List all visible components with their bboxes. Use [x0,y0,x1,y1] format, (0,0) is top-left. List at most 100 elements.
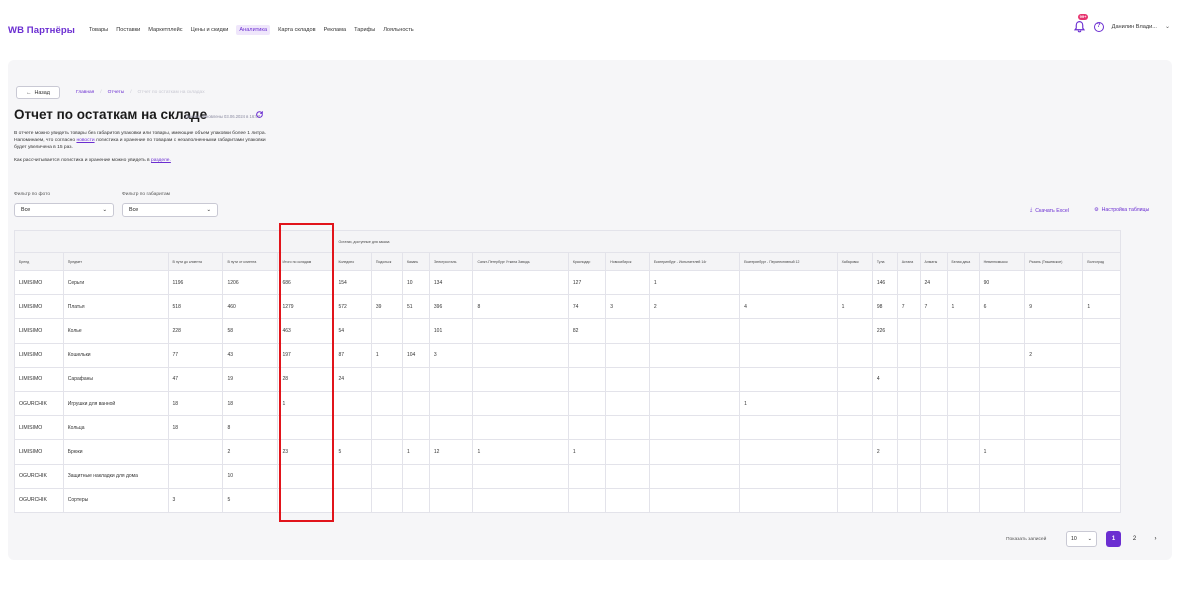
nav-item[interactable]: Поставки [116,27,140,33]
page-title: Отчет по остаткам на складе [14,107,208,122]
news-link[interactable]: новости [76,138,94,143]
back-button[interactable]: ← Назад [16,86,60,99]
refresh-icon[interactable] [255,110,264,119]
column-header[interactable]: Рязань (Тюшевское) [1024,252,1084,271]
table-cell: 10 [222,463,279,489]
table-cell: 1 [946,294,980,320]
column-header[interactable]: Белая дача [946,252,980,271]
nav-item[interactable]: Лояльность [383,27,413,33]
column-header[interactable]: Волгоград [1082,252,1121,271]
header-actions: 99+ ? Данилин Влади... ⌄ [1073,14,1170,33]
table-cell [896,415,921,441]
table-cell: 8 [472,294,569,320]
download-icon: ⤓ [1030,207,1033,213]
table-cell [896,342,921,368]
table-cell [648,366,741,392]
table-cell [896,463,921,489]
table-cell: 134 [428,269,474,296]
table-cell: 1 [567,439,607,465]
table-row: LIMISIMO Колье 228 58 463 54 101 82 226 [14,318,1121,344]
column-header[interactable]: В пути до клиента [167,252,224,271]
table-cell [1024,463,1084,489]
chevron-down-icon: ⌄ [1087,536,1092,542]
column-header[interactable]: Тула [871,252,898,271]
column-header[interactable]: Электросталь [428,252,474,271]
breadcrumb-reports[interactable]: Отчеты [108,90,125,95]
column-header[interactable]: Краснодар [567,252,607,271]
table-cell [1024,439,1084,465]
table-row: LIMISIMO Кошельки 77 43 197 87 1 104 3 2 [14,342,1121,368]
table-cell [277,487,335,513]
column-header[interactable]: Екатеринбург - Испытателей 14г [648,252,741,271]
table-cell [1082,366,1121,392]
table-settings-button[interactable]: ⚙ Настройка таблицы [1094,207,1149,213]
next-page-button[interactable]: › [1148,531,1163,547]
column-header[interactable]: Невинномысск [978,252,1026,271]
page-2-button[interactable]: 2 [1127,531,1142,547]
table-cell [428,415,474,441]
help-icon[interactable]: ? [1093,21,1104,32]
table-cell: 51 [401,294,430,320]
nav-item[interactable]: Карта складов [278,27,316,33]
table-cell: 54 [333,318,372,344]
column-header[interactable]: Екатеринбург - Перспективный 12 [739,252,838,271]
table-cell [567,390,607,417]
download-excel-button[interactable]: ⤓ Скачать Excel [1030,207,1069,214]
table-group-header: Остатки, доступные для заказа [333,230,1121,253]
column-header[interactable]: Подольск [370,252,403,271]
table-cell: 24 [919,269,948,296]
logo[interactable]: WB Партнёры [8,25,75,36]
table-cell [919,439,948,465]
table-cell [605,366,650,392]
chevron-down-icon[interactable]: ⌄ [1165,23,1170,30]
photo-filter-select[interactable]: Все ⌄ [14,203,114,217]
user-name[interactable]: Данилин Влади... [1112,24,1157,30]
table-cell [567,463,607,489]
table-cell: OGURCHIK [14,463,64,489]
column-header[interactable]: Новосибирск [605,252,650,271]
nav-item[interactable]: Маркетплейс [148,27,182,33]
nav-item[interactable]: Цены и скидки [191,27,229,33]
section-link[interactable]: разделе. [151,158,171,163]
table-cell: OGURCHIK [14,487,64,513]
column-header[interactable]: Хабаровск [836,252,873,271]
table-cell: 4 [871,366,898,392]
table-cell [648,342,741,368]
nav-item[interactable]: Товары [89,27,108,33]
column-header[interactable]: Казань [401,252,430,271]
table-row: LIMISIMO Платья 518 460 1279 572 39 51 396 8 74 3 2 4… [14,294,1121,320]
page-1-button[interactable]: 1 [1106,531,1121,547]
table-cell [370,269,403,296]
column-header[interactable]: Итого по складам [277,252,335,271]
column-header[interactable]: Санкт-Петербург Уткина Заводь [472,252,569,271]
table-cell [605,463,650,489]
table-cell: 1279 [277,294,335,320]
table-cell [739,366,838,392]
size-filter-select[interactable]: Все ⌄ [122,203,218,217]
table-cell [401,463,430,489]
table-cell [605,318,650,344]
nav-item[interactable]: Тарифы [354,27,375,33]
table-cell: 1 [739,390,838,417]
table-cell: 460 [222,294,279,320]
page-size-select[interactable]: 10 ⌄ [1066,531,1097,547]
column-header[interactable]: Алматы [919,252,948,271]
column-header[interactable]: В пути от клиента [222,252,279,271]
column-header[interactable]: Астана [896,252,921,271]
table-cell: 90 [978,269,1026,296]
nav-item[interactable]: Аналитика [236,25,271,35]
breadcrumb-home[interactable]: Главная [76,90,94,95]
nav-item[interactable]: Реклама [324,27,346,33]
column-header[interactable]: Бренд [14,252,64,271]
table-cell: 226 [871,318,898,344]
column-header[interactable]: Предмет [62,252,169,271]
column-header[interactable]: Коледино [333,252,372,271]
table-cell: LIMISIMO [14,269,64,296]
table-cell: 4 [739,294,838,320]
table-group-empty [13,230,335,253]
table-cell: Платья [62,294,169,320]
table-cell [739,415,838,441]
table-cell: Колье [62,318,169,344]
table-cell: 74 [567,294,607,320]
notifications-button[interactable]: 99+ [1073,14,1089,33]
